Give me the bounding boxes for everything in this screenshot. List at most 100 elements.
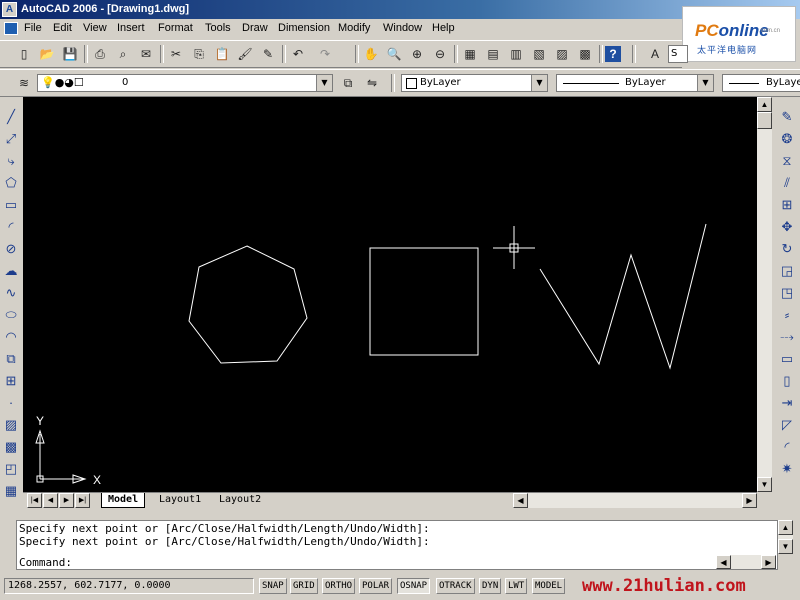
zoom-previous-icon[interactable]: ⊖ — [430, 44, 450, 64]
chamfer-icon[interactable]: ◸ — [777, 414, 797, 435]
chevron-down-icon[interactable]: ▼ — [697, 75, 713, 91]
gradient-icon[interactable]: ▩ — [1, 436, 21, 457]
cut-icon[interactable]: ✂ — [166, 44, 186, 64]
tab-last-icon[interactable]: ▶| — [75, 493, 90, 508]
make-layer-current-icon[interactable]: ⧉ — [338, 73, 358, 93]
make-block-icon[interactable]: ⊞ — [1, 370, 21, 391]
copy-icon[interactable]: ⎘ — [189, 44, 209, 64]
tab-layout2[interactable]: Layout2 — [213, 493, 267, 507]
move-icon[interactable]: ✥ — [777, 216, 797, 237]
menu-draw[interactable]: Draw — [242, 22, 268, 34]
zoom-realtime-icon[interactable]: 🔍 — [384, 44, 404, 64]
tab-prev-icon[interactable]: ◀ — [43, 493, 58, 508]
polyline-icon[interactable]: ⤷ — [1, 150, 21, 171]
menu-edit[interactable]: Edit — [53, 22, 72, 34]
region-icon[interactable]: ◰ — [1, 458, 21, 479]
extend-icon[interactable]: ⤏ — [777, 326, 797, 347]
tab-next-icon[interactable]: ▶ — [59, 493, 74, 508]
tab-model[interactable]: Model — [101, 493, 146, 508]
menu-file[interactable]: File — [24, 22, 42, 34]
line-icon[interactable]: ╱ — [1, 106, 21, 127]
layer-previous-icon[interactable]: ⇋ — [362, 73, 382, 93]
trim-icon[interactable]: ⸗ — [777, 304, 797, 325]
copy-object-icon[interactable]: ❂ — [777, 128, 797, 149]
chevron-down-icon[interactable]: ▼ — [316, 75, 332, 91]
polygon-icon[interactable]: ⬠ — [1, 172, 21, 193]
array-icon[interactable]: ⊞ — [777, 194, 797, 215]
zoom-window-icon[interactable]: ⊕ — [407, 44, 427, 64]
chevron-down-icon[interactable]: ▼ — [531, 75, 547, 91]
offset-icon[interactable]: ⫽ — [777, 172, 797, 193]
stretch-icon[interactable]: ◳ — [777, 282, 797, 303]
menu-tools[interactable]: Tools — [205, 22, 231, 34]
open-icon[interactable]: 📂 — [37, 44, 57, 64]
rectangle-icon[interactable]: ▭ — [1, 194, 21, 215]
lineweight-combo[interactable]: ByLayer — [722, 74, 800, 92]
fillet-icon[interactable]: ◜ — [777, 436, 797, 457]
erase-icon[interactable]: ✎ — [777, 106, 797, 127]
scroll-up-icon[interactable]: ▲ — [778, 520, 793, 535]
text-style-combo[interactable]: S — [668, 45, 688, 63]
match-properties-icon[interactable]: 🖌 — [235, 44, 255, 64]
undo-icon[interactable]: ↶ — [288, 44, 308, 64]
linetype-combo[interactable]: ByLayer ▼ — [556, 74, 714, 92]
save-icon[interactable]: 💾 — [60, 44, 80, 64]
block-editor-icon[interactable]: ✎ — [258, 44, 278, 64]
scroll-right-icon[interactable]: ▶ — [761, 555, 776, 569]
scroll-left-icon[interactable]: ◀ — [513, 493, 528, 508]
join-icon[interactable]: ⇥ — [777, 392, 797, 413]
scroll-down-icon[interactable]: ▼ — [778, 539, 793, 554]
circle-icon[interactable]: ⊘ — [1, 238, 21, 259]
break-at-point-icon[interactable]: ▯ — [777, 370, 797, 391]
sheet-set-icon[interactable]: ▧ — [529, 44, 549, 64]
text-style-icon[interactable]: A — [645, 44, 665, 64]
properties-icon[interactable]: ▦ — [460, 44, 480, 64]
vertical-scrollbar[interactable]: ▲ ▼ — [757, 97, 772, 492]
model-toggle[interactable]: MODEL — [532, 578, 566, 594]
tab-layout1[interactable]: Layout1 — [153, 493, 207, 507]
scale-icon[interactable]: ◲ — [777, 260, 797, 281]
menu-help[interactable]: Help — [432, 22, 455, 34]
tab-first-icon[interactable]: |◀ — [27, 493, 42, 508]
scroll-left-icon[interactable]: ◀ — [716, 555, 731, 569]
command-window[interactable]: Specify next point or [Arc/Close/Halfwid… — [16, 520, 778, 570]
color-combo[interactable]: ByLayer ▼ — [401, 74, 548, 92]
autocad-app-icon[interactable]: A — [2, 2, 17, 17]
ellipse-arc-icon[interactable]: ◠ — [1, 326, 21, 347]
horizontal-scrollbar[interactable]: ◀ ▶ — [513, 493, 757, 508]
menu-window[interactable]: Window — [383, 22, 422, 34]
rotate-icon[interactable]: ↻ — [777, 238, 797, 259]
layer-combo[interactable]: 💡●◕☐ 0 ▼ — [37, 74, 333, 92]
menu-insert[interactable]: Insert — [117, 22, 145, 34]
command-hscrollbar[interactable]: ◀ ▶ — [716, 555, 776, 569]
scroll-down-icon[interactable]: ▼ — [757, 477, 772, 492]
table-icon[interactable]: ▦ — [1, 480, 21, 501]
snap-toggle[interactable]: SNAP — [259, 578, 287, 594]
coordinate-display[interactable]: 1268.2557, 602.7177, 0.0000 — [4, 578, 254, 594]
explode-icon[interactable]: ✷ — [777, 458, 797, 479]
dyn-toggle[interactable]: DYN — [479, 578, 502, 594]
ellipse-icon[interactable]: ⬭ — [1, 304, 21, 325]
plot-icon[interactable]: ⎙ — [90, 44, 110, 64]
menu-format[interactable]: Format — [158, 22, 193, 34]
lwt-toggle[interactable]: LWT — [505, 578, 528, 594]
point-icon[interactable]: · — [1, 392, 21, 413]
help-icon[interactable]: ? — [605, 46, 621, 62]
scroll-right-icon[interactable]: ▶ — [742, 493, 757, 508]
revision-cloud-icon[interactable]: ☁ — [1, 260, 21, 281]
polar-toggle[interactable]: POLAR — [359, 578, 393, 594]
tool-palettes-icon[interactable]: ▥ — [506, 44, 526, 64]
grid-toggle[interactable]: GRID — [290, 578, 318, 594]
drawing-area[interactable]: Y X — [23, 97, 757, 492]
arc-icon[interactable]: ◜ — [1, 216, 21, 237]
ortho-toggle[interactable]: ORTHO — [322, 578, 356, 594]
calculator-icon[interactable]: ▩ — [575, 44, 595, 64]
markup-icon[interactable]: ▨ — [552, 44, 572, 64]
pan-icon[interactable]: ✋ — [361, 44, 381, 64]
otrack-toggle[interactable]: OTRACK — [436, 578, 475, 594]
paste-icon[interactable]: 📋 — [212, 44, 232, 64]
redo-icon[interactable]: ↷ — [315, 44, 335, 64]
menu-view[interactable]: View — [83, 22, 107, 34]
plot-preview-icon[interactable]: ⌕ — [113, 44, 133, 64]
layer-manager-icon[interactable]: ≋ — [14, 73, 34, 93]
